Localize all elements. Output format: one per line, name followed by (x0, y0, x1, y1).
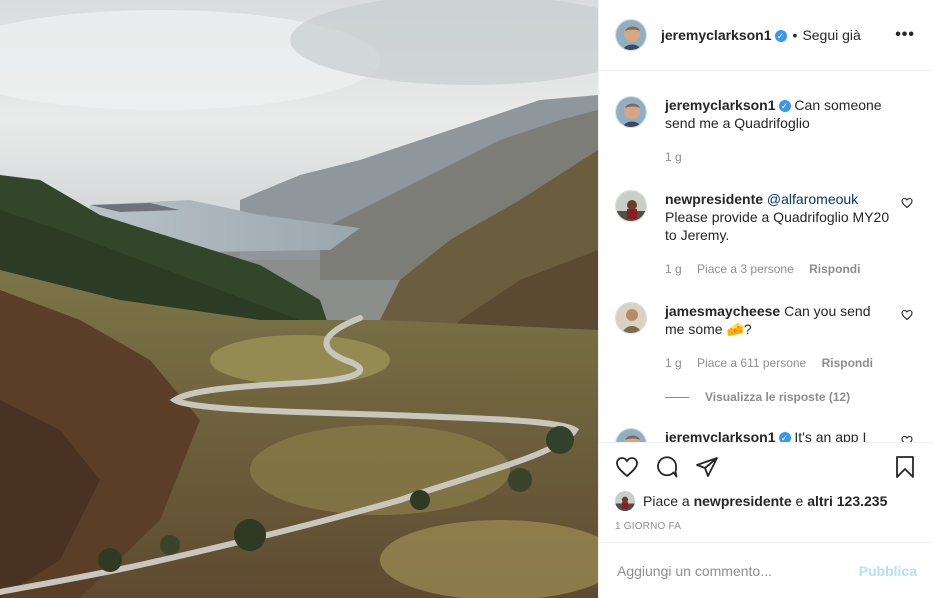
comment-body: jamesmaycheese Can you send me some 🧀? 1… (665, 302, 890, 372)
verified-badge-icon: ✓ (774, 30, 787, 42)
post-header: jeremyclarkson1 ✓ • Segui già ••• (599, 0, 933, 71)
likes-others-link[interactable]: altri 123.235 (807, 493, 887, 509)
comment-heart-icon[interactable] (901, 197, 913, 209)
post-details-panel: jeremyclarkson1 ✓ • Segui già ••• jeremy… (598, 0, 933, 598)
caption-avatar[interactable] (615, 96, 647, 128)
comment: newpresidente @alfaromeouk Please provid… (615, 166, 917, 278)
caption-avatar-image (616, 97, 646, 127)
reply-button[interactable]: Rispondi (809, 262, 860, 276)
comment-body: newpresidente @alfaromeouk Please provid… (665, 190, 890, 278)
commenter-avatar[interactable] (615, 302, 647, 334)
comment-username[interactable]: jamesmaycheese (665, 303, 780, 319)
reply-button[interactable]: Rispondi (822, 356, 873, 370)
comment: jamesmaycheese Can you send me some 🧀? 1… (615, 278, 917, 372)
instagram-post: jeremyclarkson1 ✓ • Segui già ••• jeremy… (0, 0, 934, 598)
comment-username[interactable]: jeremyclarkson1 (665, 429, 776, 442)
comment-icon[interactable] (655, 455, 679, 479)
commenter-avatar-image (616, 303, 646, 333)
verified-badge-icon: ✓ (778, 100, 791, 112)
caption-time[interactable]: 1 g (665, 150, 682, 164)
comment-likes[interactable]: Piace a 3 persone (697, 262, 794, 276)
comment-heart-icon[interactable] (901, 435, 913, 442)
cheese-emoji-icon: 🧀 (726, 321, 744, 337)
caption-meta: 1 g (665, 148, 890, 166)
comment-username[interactable]: newpresidente (665, 191, 763, 207)
comment-time[interactable]: 1 g (665, 356, 682, 370)
author-username[interactable]: jeremyclarkson1 ✓ (661, 27, 787, 43)
author-avatar-image (616, 20, 646, 50)
action-icons (615, 443, 917, 491)
commenter-avatar[interactable] (615, 428, 647, 442)
likes-prefix: Piace a (643, 493, 690, 509)
likes-connector: e (795, 493, 804, 509)
comment-meta: 1 g Piace a 611 persone Rispondi (665, 354, 890, 372)
liker-avatar[interactable] (615, 491, 635, 511)
add-comment-form: Pubblica (599, 542, 933, 598)
comment-input[interactable] (615, 561, 859, 580)
comment-heart-icon[interactable] (901, 309, 913, 321)
ellipsis-icon[interactable]: ••• (895, 26, 915, 44)
post-timestamp[interactable]: 1 GIORNO FA (615, 521, 917, 532)
comment-text-suffix: ? (743, 321, 752, 337)
commenter-avatar-image (616, 191, 646, 221)
bookmark-icon[interactable] (893, 455, 917, 479)
view-replies-button[interactable]: Visualizza le risposte (12) (665, 390, 917, 404)
verified-badge-icon: ✓ (778, 432, 791, 442)
view-replies-label[interactable]: Visualizza le risposte (12) (705, 390, 850, 404)
comment: jeremyclarkson1✓ It's an app I have (615, 404, 917, 442)
highland-valley-image (0, 0, 598, 598)
commenter-avatar-image (616, 429, 646, 442)
comment-body: jeremyclarkson1✓ It's an app I have (665, 428, 890, 442)
author-username-text[interactable]: jeremyclarkson1 (661, 27, 772, 43)
header-separator: • (792, 27, 798, 43)
following-status-button[interactable]: Segui già (802, 27, 860, 43)
heart-icon[interactable] (615, 455, 639, 479)
post-actions: Piace a newpresidente e altri 123.235 1 … (599, 442, 933, 542)
comment-text: Please provide a Quadrifoglio MY20 to Je… (665, 209, 890, 243)
comment-likes[interactable]: Piace a 611 persone (697, 356, 806, 370)
author-avatar[interactable] (615, 19, 647, 51)
commenter-avatar[interactable] (615, 190, 647, 222)
comment-mention-link[interactable]: @alfaromeouk (767, 191, 858, 207)
replies-divider (665, 396, 689, 398)
comment-time[interactable]: 1 g (665, 262, 682, 276)
caption-body: jeremyclarkson1 ✓ Can someone send me a Q… (665, 96, 890, 166)
paper-plane-icon[interactable] (695, 455, 719, 479)
comment-meta: 1 g Piace a 3 persone Rispondi (665, 260, 890, 278)
likes-summary: Piace a newpresidente e altri 123.235 (615, 491, 917, 511)
caption: jeremyclarkson1 ✓ Can someone send me a Q… (615, 72, 917, 166)
publish-button[interactable]: Pubblica (859, 563, 917, 579)
caption-username[interactable]: jeremyclarkson1 (665, 97, 776, 113)
post-photo[interactable] (0, 0, 598, 598)
comments-list[interactable]: jeremyclarkson1 ✓ Can someone send me a Q… (599, 72, 933, 442)
liker-username[interactable]: newpresidente (694, 493, 792, 509)
liker-avatar-image (615, 491, 635, 511)
